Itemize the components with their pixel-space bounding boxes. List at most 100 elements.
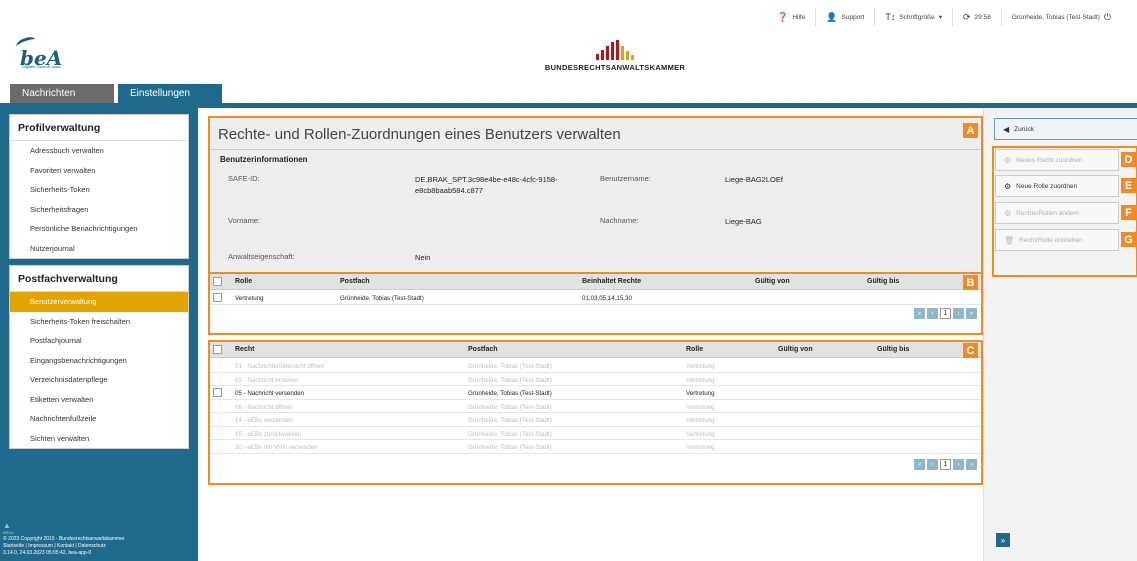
roles-select-all-checkbox[interactable] [213, 277, 222, 286]
last-page-button[interactable]: » [966, 459, 977, 470]
brak-name: BUNDESRECHTSANWALTSKAMMER [544, 63, 686, 72]
sidebar-item-adressbuch[interactable]: Adressbuch verwalten [10, 141, 188, 161]
change-rights-button[interactable]: ⚙ Rechte/Rollen ändern [995, 202, 1119, 224]
brak-small-logo: ▲ [3, 521, 11, 530]
col-postfach[interactable]: Postfach [340, 274, 370, 290]
footer-links[interactable]: Startseite | Impressum | Kontakt | Daten… [3, 543, 125, 550]
new-right-label: Neues Recht zuordnen [1016, 156, 1083, 164]
page-title: Rechte- und Rollen-Zuordnungen eines Ben… [210, 118, 981, 150]
back-label: Zurück [1014, 125, 1035, 133]
rights-pager: « ‹ 1 › » [914, 459, 977, 470]
font-size-dropdown[interactable]: T↕ Schriftgröße ▾ [874, 8, 952, 26]
postfach-title: Postfachverwaltung [10, 266, 188, 292]
support-label: Support [841, 13, 865, 21]
user-menu[interactable]: Grünheide, Tobias (Test-Stadt) ⏻ [1000, 8, 1121, 26]
power-icon[interactable]: ⏻ [1104, 12, 1111, 23]
brak-logo: BUNDESRECHTSANWALTSKAMMER [520, 40, 710, 72]
cell-postfach: Grünheide, Tobias (Test-Stadt) [468, 376, 552, 384]
col-gueltig-bis[interactable]: Gültig bis [867, 274, 899, 290]
table-row[interactable]: 06 - Nachricht öffnen Grünheide, Tobias (… [210, 400, 981, 413]
col-gueltig-von[interactable]: Gültig von [778, 342, 813, 358]
gear-icon: ⚙ [1004, 155, 1012, 165]
tab-nachrichten[interactable]: Nachrichten [10, 84, 114, 103]
col-postfach[interactable]: Postfach [468, 342, 498, 358]
table-row[interactable]: 15 - eEBs zurückweisen Grünheide, Tobias … [210, 427, 981, 440]
cell-recht: 30 - eEBs mit VHN versenden [235, 444, 318, 451]
cell-rolle: Vertretung [686, 390, 715, 397]
next-page-button[interactable]: › [953, 308, 964, 319]
table-row[interactable]: 03 - Nachricht erstellen Grünheide, Tobia… [210, 373, 981, 386]
sidebar-item-eingangsbenachrichtigungen[interactable]: Eingangsbenachrichtigungen [10, 351, 188, 371]
table-row[interactable]: 14 - eEBs versenden Grünheide, Tobias (Te… [210, 413, 981, 427]
bea-logo[interactable]: beA Digitale Zukunft Justiz [14, 34, 84, 72]
cell-postfach: Grünheide, Tobias (Test-Stadt) [468, 417, 552, 424]
sidebar-item-sicherheitsfragen[interactable]: Sicherheitsfragen [10, 200, 188, 220]
marker-c: C [963, 343, 978, 358]
page-number[interactable]: 1 [940, 459, 951, 470]
expand-panel-button[interactable]: » [996, 533, 1010, 547]
first-page-button[interactable]: « [914, 459, 925, 470]
table-row[interactable]: 30 - eEBs mit VHN versenden Grünheide, To… [210, 440, 981, 454]
sidebar-item-favoriten[interactable]: Favoriten verwalten [10, 161, 188, 181]
last-page-button[interactable]: » [966, 308, 977, 319]
page-number[interactable]: 1 [940, 308, 951, 319]
sidebar-item-nutzerjournal[interactable]: Nutzerjournal [10, 239, 188, 259]
gear-icon: ⚙ [1004, 181, 1012, 191]
rights-select-all-checkbox[interactable] [213, 345, 222, 354]
roles-pager: « ‹ 1 › » [914, 308, 977, 319]
next-page-button[interactable]: › [953, 459, 964, 470]
sidebar-item-fusszeile[interactable]: Nachrichtenfußzeile [10, 409, 188, 429]
col-rolle[interactable]: Rolle [235, 274, 252, 290]
cell-recht: 15 - eEBs zurückweisen [235, 430, 302, 438]
logo-subtitle: Digitale Zukunft Justiz [22, 64, 62, 69]
help-link[interactable]: ❓ Hilfe [767, 8, 815, 26]
sidebar-item-benutzerverwaltung[interactable]: Benutzerverwaltung [10, 292, 188, 312]
cell-postfach: Grünheide, Tobias (Test-Stadt) [340, 295, 424, 302]
sidebar-item-etiketten[interactable]: Etiketten verwalten [10, 390, 188, 410]
sidebar-item-verzeichnisdatenpflege[interactable]: Verzeichnisdatenpflege [10, 370, 188, 390]
sidebar-item-sicherheits-token[interactable]: Sicherheits-Token [10, 180, 188, 200]
help-label: Hilfe [792, 13, 806, 21]
session-timer[interactable]: ⟳ 29:58 [952, 8, 1001, 26]
table-row[interactable]: Vertretung Grünheide, Tobias (Test-Stadt… [210, 291, 981, 305]
top-utility-bar: ❓ Hilfe 👤 Support T↕ Schriftgröße ▾ ⟳ 29:58 G… [0, 0, 1137, 34]
table-row[interactable]: 01 - Nachrichtenübersicht öffnen Grünheid… [210, 359, 981, 373]
col-gueltig-bis[interactable]: Gültig bis [877, 342, 909, 358]
marker-e: E [1121, 178, 1136, 193]
new-right-button[interactable]: ⚙ Neues Recht zuordnen [995, 149, 1119, 171]
cell-rolle: Vertretung [686, 444, 715, 451]
sidebar-item-token-freischalten[interactable]: Sicherheits-Token freischalten [10, 312, 188, 332]
col-rechte[interactable]: Beinhaltet Rechte [582, 274, 641, 290]
tab-einstellungen[interactable]: Einstellungen [118, 84, 222, 103]
user-name: Grünheide, Tobias (Test-Stadt) [1011, 13, 1100, 21]
brak-bars-icon [520, 40, 710, 60]
profil-panel: Profilverwaltung Adressbuch verwalten Fa… [9, 114, 189, 259]
cell-postfach: Grünheide, Tobias (Test-Stadt) [468, 430, 552, 438]
rights-table: Recht Postfach Rolle Gültig von Gültig b… [208, 340, 983, 485]
row-checkbox[interactable] [213, 293, 222, 302]
sidebar-item-benachrichtigungen[interactable]: Persönliche Benachrichtigungen [10, 219, 188, 239]
lawyer-value: Nein [415, 253, 431, 262]
cell-recht: 06 - Nachricht öffnen [235, 403, 293, 411]
timer-value: 29:58 [974, 13, 991, 21]
col-rolle[interactable]: Rolle [686, 342, 703, 358]
prev-page-button[interactable]: ‹ [927, 308, 938, 319]
new-role-button[interactable]: ⚙ Neue Rolle zuordnen [995, 175, 1119, 197]
username-label: Benutzername: [600, 174, 651, 183]
sidebar-item-postfachjournal[interactable]: Postfachjournal [10, 331, 188, 351]
firstname-label: Vorname: [228, 216, 261, 225]
support-link[interactable]: 👤 Support [815, 8, 874, 26]
first-page-button[interactable]: « [914, 308, 925, 319]
row-checkbox[interactable] [213, 388, 222, 397]
cell-rolle: Vertretung [686, 430, 715, 438]
sidebar-item-sichten[interactable]: Sichten verwalten [10, 429, 188, 449]
footer-logo-text: BRAK [3, 530, 14, 535]
revoke-button[interactable]: 🗑 Recht/Rolle entziehen [995, 229, 1119, 251]
refresh-icon: ⟳ [963, 11, 971, 22]
lastname-value: Liege-BAG [725, 217, 762, 226]
table-row[interactable]: 05 - Nachricht versenden Grünheide, Tobia… [210, 386, 981, 400]
prev-page-button[interactable]: ‹ [927, 459, 938, 470]
col-recht[interactable]: Recht [235, 342, 254, 358]
back-button[interactable]: ◀ Zurück [994, 118, 1137, 140]
col-gueltig-von[interactable]: Gültig von [755, 274, 790, 290]
